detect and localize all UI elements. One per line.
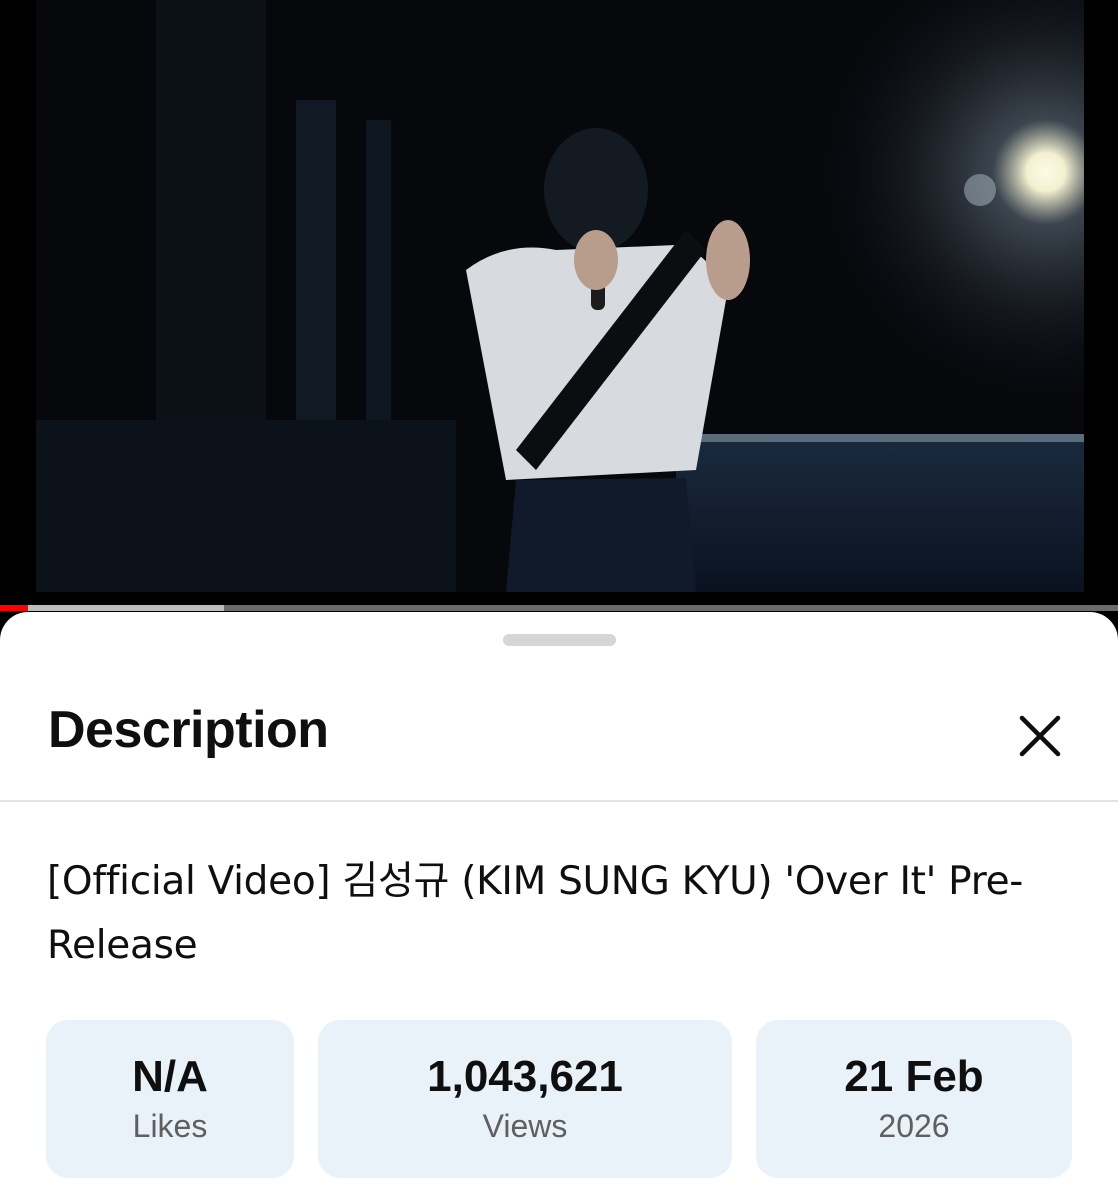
- publish-date: 21 Feb: [844, 1052, 984, 1101]
- likes-label: Likes: [132, 1108, 208, 1144]
- video-frame[interactable]: [36, 0, 1084, 592]
- close-icon: [1019, 715, 1061, 757]
- progress-played: [0, 605, 28, 611]
- likes-stat: N/A Likes: [46, 1020, 294, 1178]
- sheet-drag-handle[interactable]: [503, 634, 616, 646]
- video-still-image: [36, 0, 1084, 592]
- likes-count: N/A: [132, 1052, 208, 1101]
- video-progress-bar[interactable]: [0, 605, 1118, 611]
- views-label: Views: [482, 1108, 568, 1144]
- close-button[interactable]: [1008, 704, 1072, 768]
- publish-year: 2026: [878, 1108, 950, 1144]
- description-sheet: Description [Official Video] 김성규 (KIM SU…: [0, 612, 1118, 1200]
- progress-buffered: [0, 605, 224, 611]
- date-stat: 21 Feb 2026: [756, 1020, 1072, 1178]
- video-player[interactable]: [0, 0, 1118, 611]
- sheet-title: Description: [48, 701, 329, 759]
- views-count: 1,043,621: [427, 1052, 623, 1101]
- video-title: [Official Video] 김성규 (KIM SUNG KYU) 'Ove…: [47, 859, 1024, 968]
- header-divider: [0, 800, 1118, 802]
- views-stat: 1,043,621 Views: [318, 1020, 732, 1178]
